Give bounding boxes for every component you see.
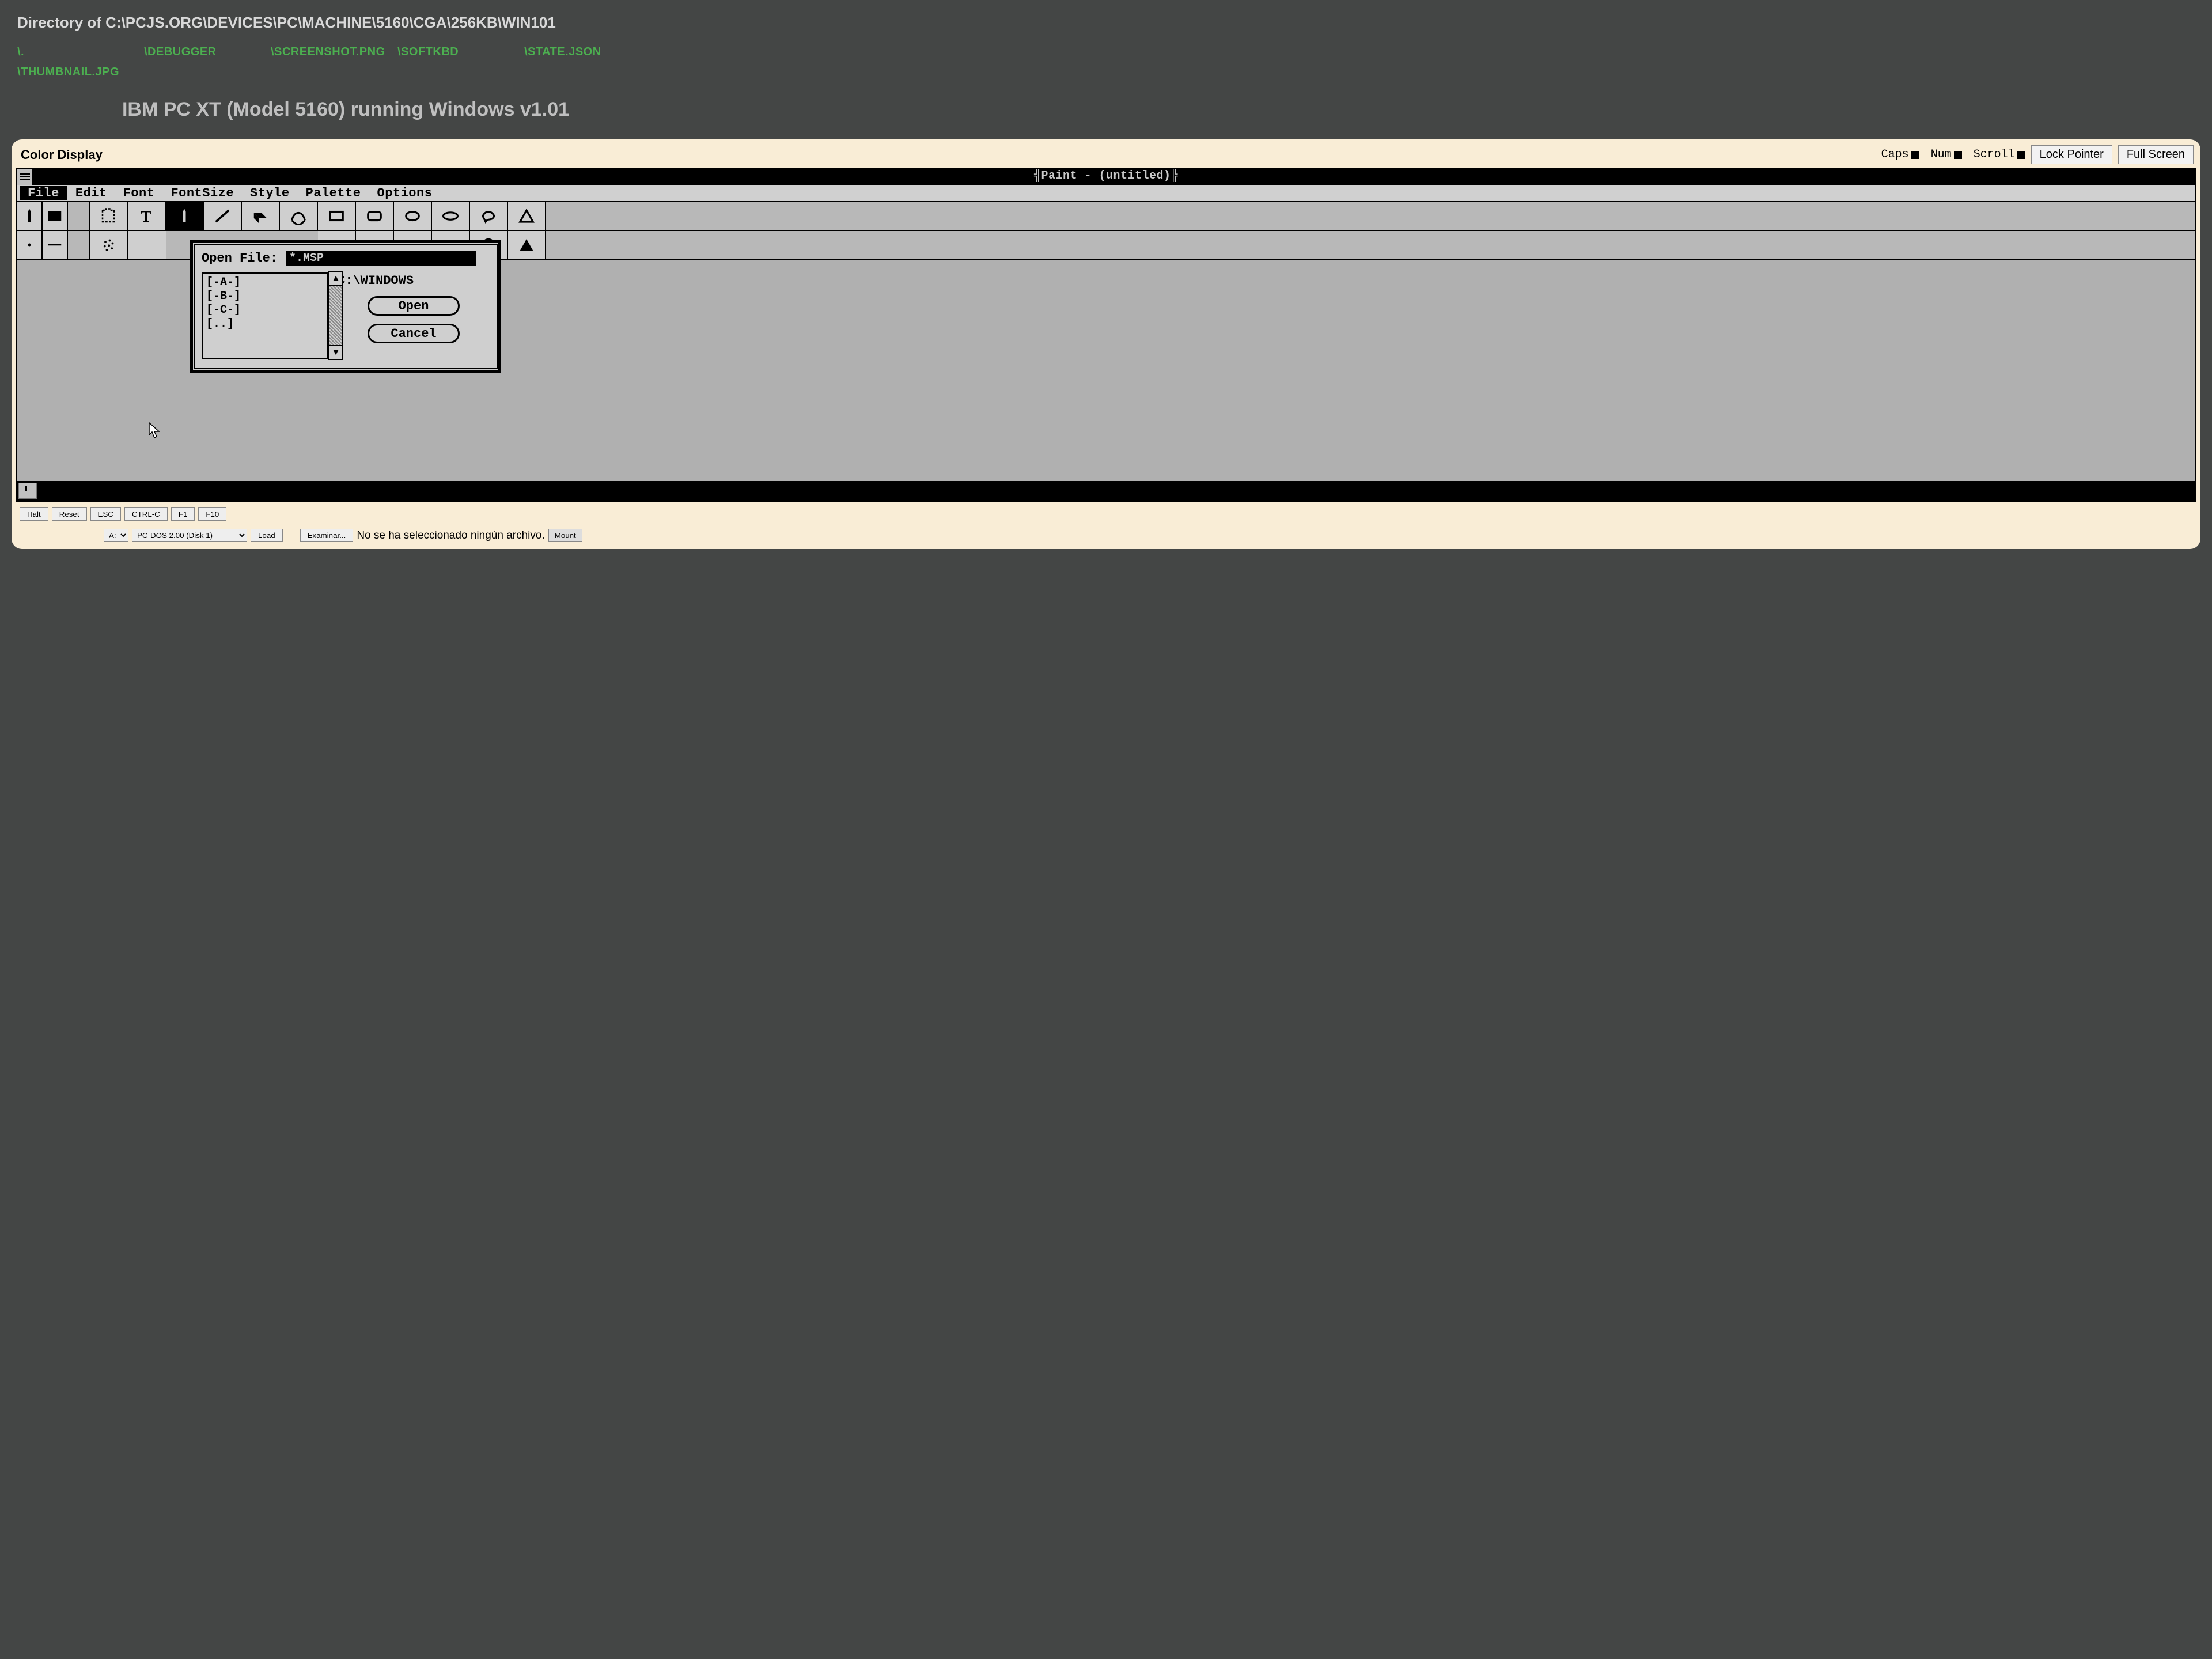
- dir-link-thumbnail[interactable]: \THUMBNAIL.JPG: [17, 62, 144, 82]
- file-status: No se ha seleccionado ningún archivo.: [357, 529, 544, 542]
- page-title: IBM PC XT (Model 5160) running Windows v…: [17, 99, 674, 121]
- tool-current-fill-black[interactable]: [43, 202, 68, 230]
- num-lock-indicator: [1954, 151, 1962, 159]
- tool-triangle-filled[interactable]: [508, 231, 546, 259]
- tool-roundrect[interactable]: [356, 202, 394, 230]
- list-item[interactable]: [-C-]: [206, 304, 324, 317]
- dir-link-parent[interactable]: \.: [17, 42, 144, 62]
- guest-screen[interactable]: ╣Paint - (untitled)╠ File Edit Font Font…: [16, 168, 2196, 502]
- menubar: File Edit Font FontSize Style Palette Op…: [17, 185, 2195, 202]
- open-button[interactable]: Open: [368, 296, 460, 316]
- tool-select[interactable]: [90, 202, 128, 230]
- open-file-label: Open File:: [202, 251, 278, 266]
- system-menu-icon[interactable]: [17, 169, 33, 185]
- disk-select[interactable]: PC-DOS 2.00 (Disk 1): [132, 529, 247, 542]
- tool-curve[interactable]: [280, 202, 318, 230]
- tool-freeform[interactable]: [470, 202, 508, 230]
- scroll-up-icon[interactable]: ▲: [329, 272, 342, 286]
- list-item[interactable]: [-A-]: [206, 276, 324, 290]
- open-file-dialog: Open File: [-A-] [-B-] [-C-] [..]: [190, 240, 501, 373]
- display-label: Color Display: [21, 147, 103, 162]
- load-button[interactable]: Load: [251, 529, 283, 542]
- tool-oval[interactable]: [432, 202, 470, 230]
- menu-edit[interactable]: Edit: [67, 186, 115, 200]
- caps-lock-label: Caps: [1881, 148, 1909, 161]
- tool-line[interactable]: [204, 202, 242, 230]
- scroll-lock-label: Scroll: [1974, 148, 2015, 161]
- tool-current-dot[interactable]: [17, 231, 43, 259]
- num-lock-label: Num: [1931, 148, 1952, 161]
- svg-text:T: T: [141, 207, 151, 225]
- lock-pointer-button[interactable]: Lock Pointer: [2031, 145, 2112, 164]
- halt-button[interactable]: Halt: [20, 507, 48, 521]
- menu-palette[interactable]: Palette: [298, 186, 369, 200]
- ctrl-c-button[interactable]: CTRL-C: [124, 507, 168, 521]
- menu-options[interactable]: Options: [369, 186, 441, 200]
- file-listbox[interactable]: [-A-] [-B-] [-C-] [..]: [202, 272, 328, 359]
- mount-button[interactable]: Mount: [548, 529, 582, 542]
- esc-button[interactable]: ESC: [90, 507, 121, 521]
- mouse-cursor-icon: [149, 422, 160, 438]
- tool-triangle[interactable]: [508, 202, 546, 230]
- dir-link-softkbd[interactable]: \SOFTKBD: [397, 42, 524, 62]
- emulator-controls: Halt Reset ESC CTRL-C F1 F10 A: PC-DOS 2…: [16, 506, 2196, 546]
- window-titlebar[interactable]: ╣Paint - (untitled)╠: [17, 169, 2195, 185]
- tool-text[interactable]: T: [128, 202, 166, 230]
- tool-eraser[interactable]: [242, 202, 280, 230]
- drive-select[interactable]: A:: [104, 529, 128, 542]
- directory-heading: Directory of C:\PCJS.ORG\DEVICES\PC\MACH…: [17, 14, 674, 32]
- open-file-input[interactable]: [286, 251, 476, 266]
- dir-link-screenshot[interactable]: \SCREENSHOT.PNG: [271, 42, 397, 62]
- caps-lock-indicator: [1911, 151, 1919, 159]
- file-list-scrollbar[interactable]: ▲ ▼: [328, 271, 343, 360]
- scroll-lock-indicator: [2017, 151, 2025, 159]
- list-item[interactable]: [..]: [206, 317, 324, 331]
- windows-taskbar[interactable]: [17, 481, 2195, 501]
- tool-spray[interactable]: [90, 231, 128, 259]
- menu-font[interactable]: Font: [115, 186, 163, 200]
- tool-current-pencil[interactable]: [17, 202, 43, 230]
- f10-button[interactable]: F10: [198, 507, 226, 521]
- cancel-button[interactable]: Cancel: [368, 324, 460, 343]
- scroll-track[interactable]: [329, 286, 342, 345]
- tool-rect[interactable]: [318, 202, 356, 230]
- tool-current-line[interactable]: [43, 231, 68, 259]
- tool-ellipse[interactable]: [394, 202, 432, 230]
- menu-file[interactable]: File: [20, 186, 67, 200]
- scroll-down-icon[interactable]: ▼: [329, 345, 342, 359]
- current-path: C:\WINDOWS: [338, 274, 490, 288]
- full-screen-button[interactable]: Full Screen: [2118, 145, 2194, 164]
- dir-link-debugger[interactable]: \DEBUGGER: [144, 42, 271, 62]
- menu-fontsize[interactable]: FontSize: [162, 186, 242, 200]
- reset-button[interactable]: Reset: [52, 507, 87, 521]
- dir-link-statejson[interactable]: \STATE.JSON: [524, 42, 651, 62]
- menu-style[interactable]: Style: [242, 186, 298, 200]
- browse-button[interactable]: Examinar...: [300, 529, 354, 542]
- window-title-text: ╣Paint - (untitled)╠: [1034, 169, 1178, 183]
- taskbar-dos-icon[interactable]: [18, 483, 37, 499]
- emulator-frame: Color Display Caps Num Scroll Lock Point…: [12, 139, 2200, 549]
- f1-button[interactable]: F1: [171, 507, 195, 521]
- tool-pencil[interactable]: [166, 202, 204, 230]
- directory-listing: \. \DEBUGGER \SCREENSHOT.PNG \SOFTKBD \S…: [17, 42, 674, 82]
- tool-rect-filled-partial[interactable]: [128, 231, 166, 259]
- list-item[interactable]: [-B-]: [206, 290, 324, 304]
